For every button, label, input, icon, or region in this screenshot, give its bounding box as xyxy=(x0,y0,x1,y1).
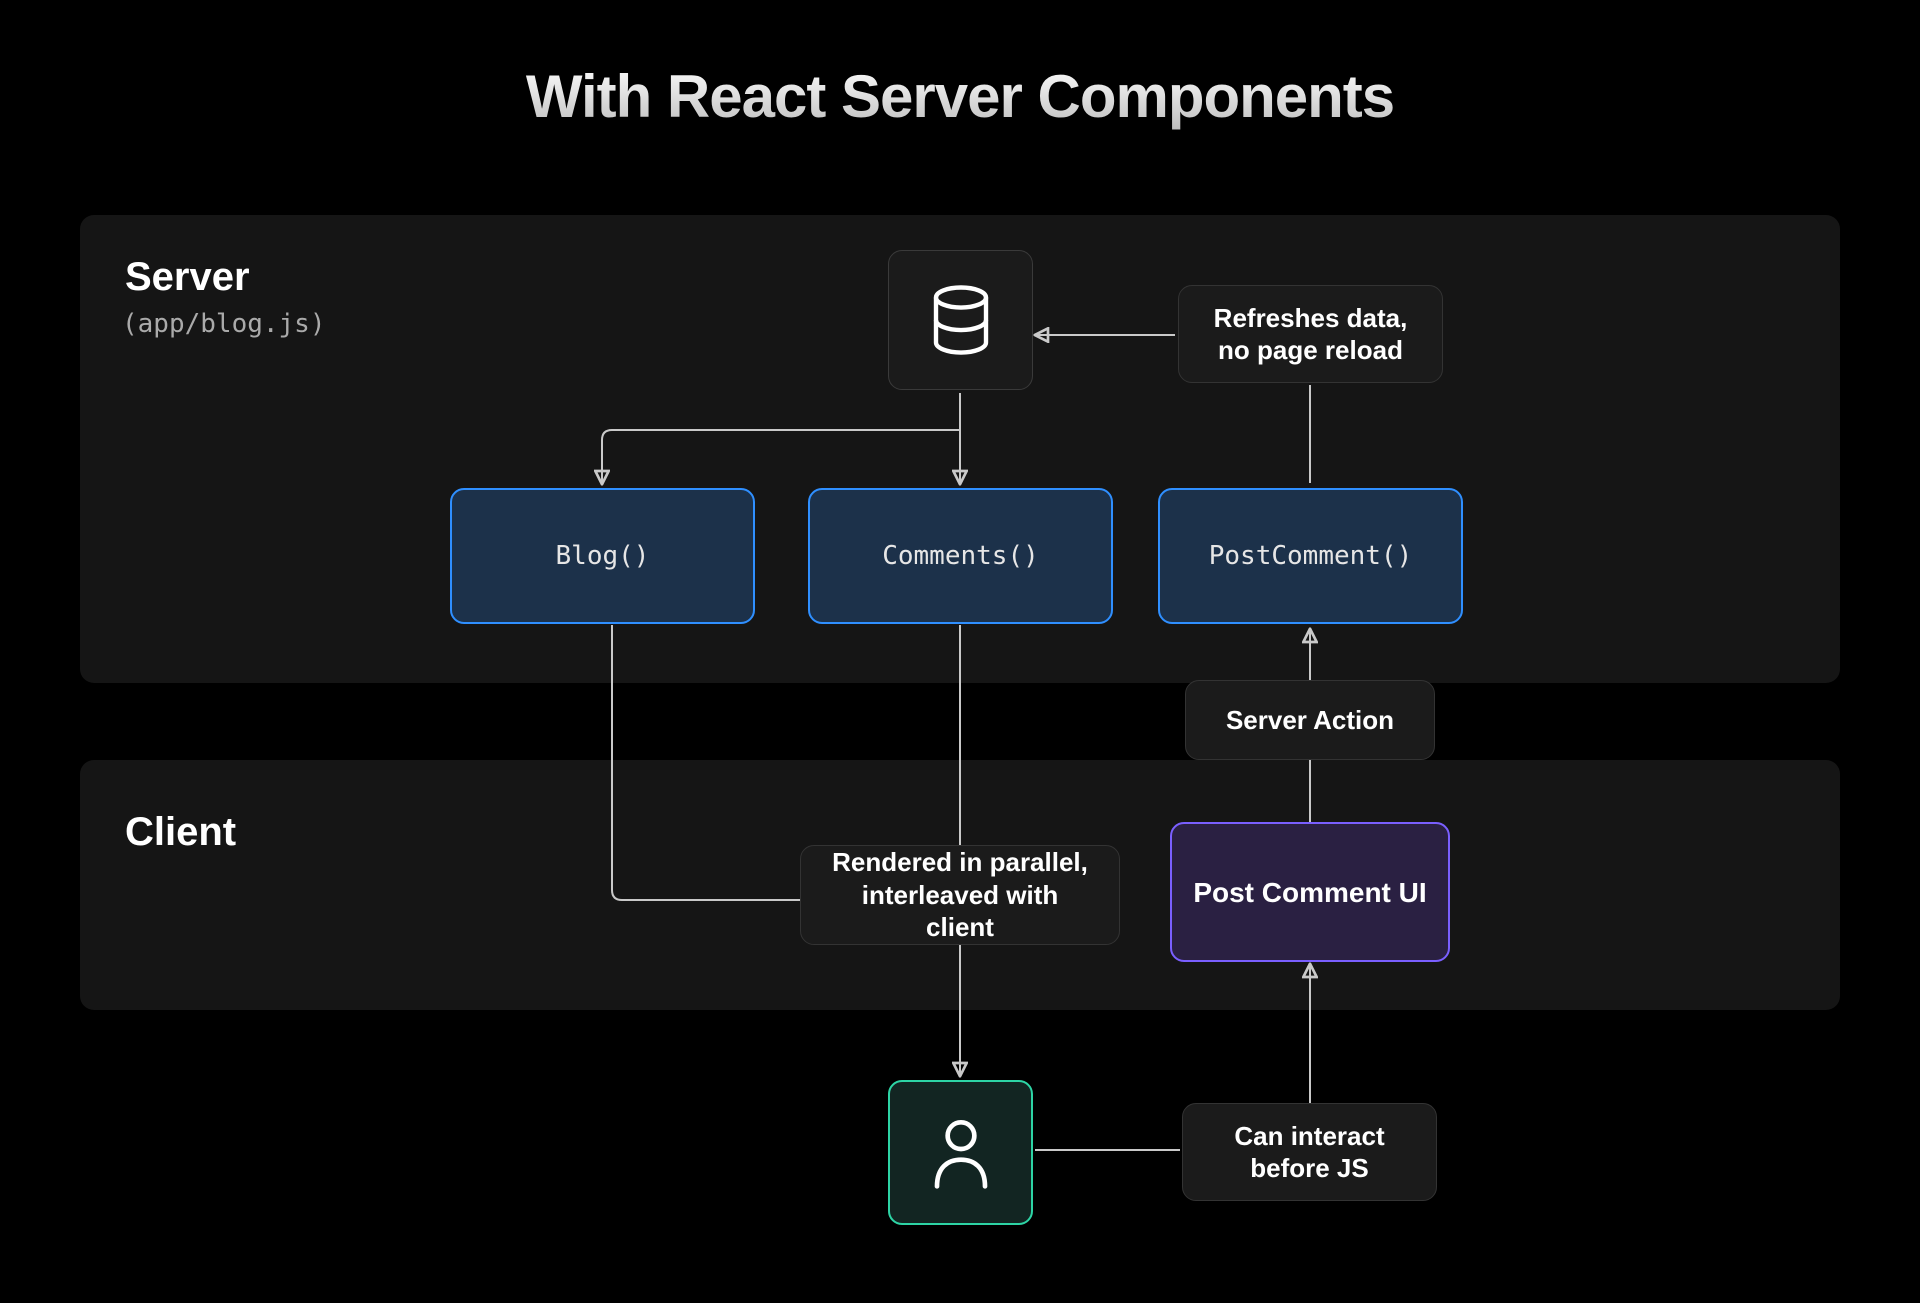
comments-node: Comments() xyxy=(808,488,1113,624)
user-node xyxy=(888,1080,1033,1225)
parallel-note: Rendered in parallel, interleaved with c… xyxy=(800,845,1120,945)
blog-node: Blog() xyxy=(450,488,755,624)
server-sub: (app/blog.js) xyxy=(122,309,326,339)
client-label: Client xyxy=(125,810,236,855)
interact-note: Can interact before JS xyxy=(1182,1103,1437,1201)
refresh-note: Refreshes data, no page reload xyxy=(1178,285,1443,383)
database-node xyxy=(888,250,1033,390)
user-icon xyxy=(929,1117,993,1189)
database-icon xyxy=(930,285,992,355)
postcomment-node: PostComment() xyxy=(1158,488,1463,624)
server-action-note: Server Action xyxy=(1185,680,1435,760)
server-label: Server xyxy=(125,255,250,300)
diagram-title: With React Server Components xyxy=(0,62,1920,131)
post-comment-ui-node: Post Comment UI xyxy=(1170,822,1450,962)
